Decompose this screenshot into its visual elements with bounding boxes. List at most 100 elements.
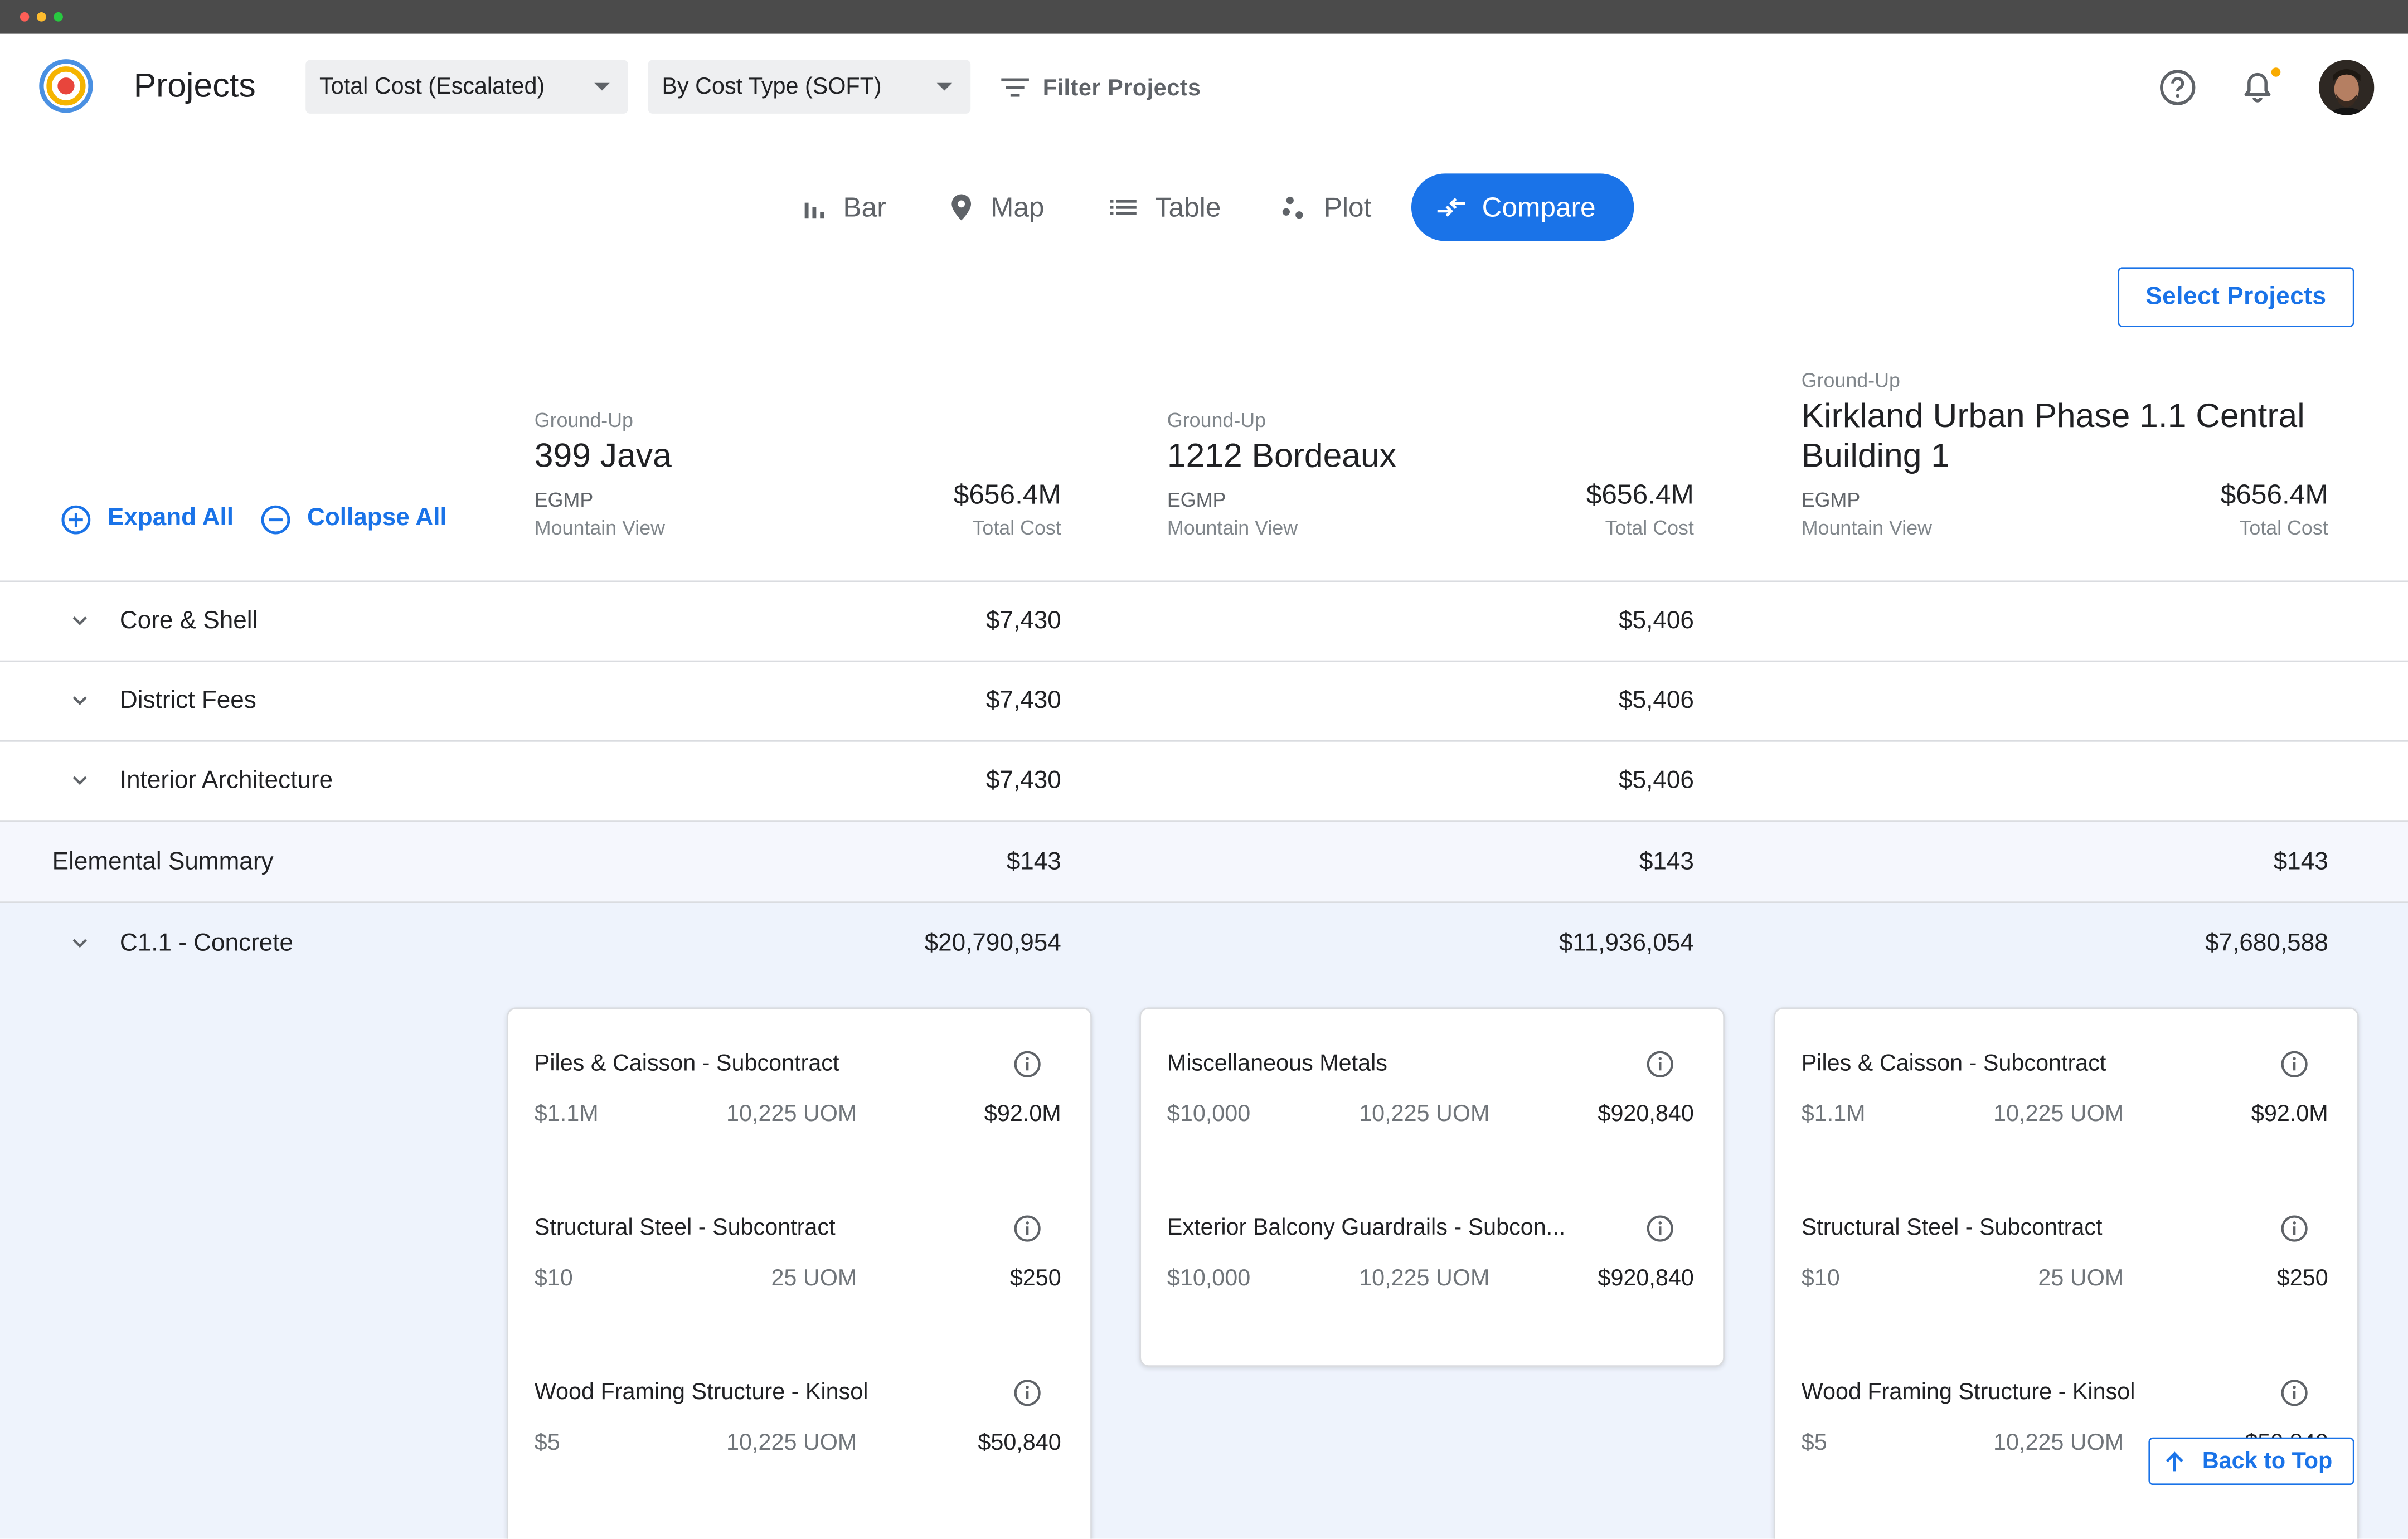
tab-plot-label: Plot: [1323, 191, 1372, 222]
cost-item-total: $250: [2276, 1265, 2328, 1292]
project-location: Mountain View: [534, 516, 666, 540]
project-name-line2[interactable]: Building 1: [1802, 436, 1950, 476]
project-org: EGMP: [1167, 488, 1226, 512]
row-label: District Fees: [119, 688, 256, 715]
project-name[interactable]: Kirkland Urban Phase 1.1 Central: [1802, 396, 2305, 436]
project-total-label: Total Cost: [972, 516, 1061, 540]
tab-table[interactable]: Table: [1109, 173, 1221, 241]
row-label: C1.1 - Concrete: [119, 930, 294, 957]
info-icon[interactable]: [1646, 1215, 1674, 1242]
cost-type-select-value: By Cost Type (SOFT): [662, 74, 882, 100]
tab-plot[interactable]: Plot: [1281, 173, 1372, 241]
window-maximize-dot[interactable]: [54, 12, 63, 22]
cost-item-title: Structural Steel - Subcontract: [534, 1215, 836, 1241]
arrow-up-icon: [2166, 1450, 2183, 1471]
info-icon[interactable]: [2280, 1050, 2308, 1078]
project-name[interactable]: 1212 Bordeaux: [1167, 436, 1396, 476]
tab-map[interactable]: Map: [948, 173, 1045, 241]
info-icon[interactable]: [1013, 1379, 1041, 1407]
cost-item-title: Wood Framing Structure - Kinsol: [1801, 1379, 2135, 1405]
cost-items-card: Miscellaneous Metals $10,000 10,225 UOM …: [1139, 1007, 1725, 1367]
project-org: EGMP: [534, 488, 594, 512]
summary-row: Elemental Summary $143 $143 $143: [0, 821, 2408, 902]
cost-type-select[interactable]: By Cost Type (SOFT): [648, 60, 971, 114]
filter-projects-button[interactable]: Filter Projects: [998, 69, 1201, 106]
filter-projects-label: Filter Projects: [1042, 74, 1201, 101]
chevron-down-icon: [936, 82, 953, 91]
page: Projects Total Cost (Escalated) By Cost …: [0, 0, 2408, 1539]
project-location: Mountain View: [1167, 516, 1298, 540]
table-row-concrete[interactable]: C1.1 - Concrete $20,790,954 $11,936,054 …: [0, 903, 2408, 983]
expand-all-button[interactable]: Expand All: [60, 501, 234, 537]
notifications-bell-icon[interactable]: [2239, 65, 2282, 108]
select-projects-button[interactable]: Select Projects: [2118, 267, 2354, 327]
chevron-down-icon[interactable]: [71, 773, 89, 788]
cost-select-value: Total Cost (Escalated): [319, 74, 545, 100]
help-icon[interactable]: [2158, 67, 2198, 108]
row-label: Interior Architecture: [119, 768, 333, 794]
cost-item-total: $92.0M: [2251, 1101, 2328, 1128]
project-total-cost: $656.4M: [953, 479, 1061, 510]
plus-circle-icon: [61, 504, 91, 534]
page-title: Projects: [133, 66, 256, 105]
cost-item-unit: $5: [1801, 1430, 1827, 1456]
project-name[interactable]: 399 Java: [535, 436, 672, 476]
window-close-dot[interactable]: [20, 12, 30, 22]
summary-value: $143: [2273, 849, 2328, 876]
tab-map-label: Map: [991, 191, 1045, 222]
cost-item-title: Exterior Balcony Guardrails - Subcon...: [1167, 1215, 1566, 1241]
list-icon: [1110, 200, 1137, 215]
cost-item-title: Piles & Caisson - Subcontract: [1801, 1050, 2106, 1077]
collapse-all-button[interactable]: Collapse All: [260, 501, 447, 537]
bar-chart-icon: [804, 202, 824, 219]
row-value: $11,936,054: [1559, 930, 1694, 957]
cost-item-total: $920,840: [1598, 1101, 1694, 1128]
row-value: $7,430: [985, 688, 1061, 715]
cost-item-total: $250: [1009, 1265, 1061, 1292]
collapse-all-label: Collapse All: [307, 505, 447, 532]
expand-all-label: Expand All: [107, 505, 234, 532]
project-type: Ground-Up: [1801, 368, 1900, 392]
info-icon[interactable]: [1013, 1050, 1041, 1078]
tab-table-label: Table: [1154, 191, 1221, 222]
info-icon[interactable]: [1013, 1215, 1041, 1242]
tab-compare[interactable]: Compare: [1411, 173, 1634, 241]
table-row[interactable]: District Fees $7,430 $5,406: [0, 662, 2408, 740]
cost-item-title: Piles & Caisson - Subcontract: [534, 1050, 839, 1077]
cost-items-card: Piles & Caisson - Subcontract $1.1M 10,2…: [507, 1007, 1092, 1539]
cost-select[interactable]: Total Cost (Escalated): [305, 60, 628, 114]
row-value: $7,680,588: [2205, 930, 2328, 957]
app-logo-icon[interactable]: [38, 59, 94, 114]
cost-item-unit: $1.1M: [1801, 1101, 1866, 1128]
table-row[interactable]: Core & Shell $7,430 $5,406: [0, 582, 2408, 661]
summary-label: Elemental Summary: [52, 849, 274, 876]
tab-bar[interactable]: Bar: [800, 173, 886, 241]
chevron-down-icon[interactable]: [71, 693, 89, 708]
project-org: EGMP: [1801, 488, 1861, 512]
info-icon[interactable]: [1646, 1050, 1674, 1078]
minus-circle-icon: [261, 504, 290, 534]
tab-compare-label: Compare: [1482, 191, 1596, 222]
project-total-label: Total Cost: [1605, 516, 1694, 540]
project-total-cost: $656.4M: [1586, 479, 1694, 510]
window-minimize-dot[interactable]: [37, 12, 46, 22]
summary-value: $143: [1006, 849, 1061, 876]
row-label: Core & Shell: [119, 608, 258, 634]
cost-item-total: $50,840: [978, 1430, 1061, 1456]
user-avatar[interactable]: [2319, 60, 2375, 115]
cost-item-unit: $10,000: [1167, 1101, 1251, 1128]
summary-value: $143: [1639, 849, 1694, 876]
table-row[interactable]: Interior Architecture $7,430 $5,406: [0, 742, 2408, 821]
tab-bar-label: Bar: [843, 191, 886, 222]
back-to-top-label: Back to Top: [2202, 1448, 2333, 1474]
scatter-icon: [1282, 196, 1303, 219]
row-value: $7,430: [985, 768, 1061, 794]
chevron-down-icon[interactable]: [71, 613, 89, 628]
info-icon[interactable]: [2280, 1215, 2308, 1242]
cost-item-title: Miscellaneous Metals: [1167, 1050, 1387, 1077]
row-value: $5,406: [1619, 688, 1694, 715]
back-to-top-button[interactable]: Back to Top: [2148, 1437, 2354, 1485]
chevron-down-icon[interactable]: [71, 935, 89, 951]
info-icon[interactable]: [2280, 1379, 2308, 1407]
project-total-cost: $656.4M: [2220, 479, 2328, 510]
